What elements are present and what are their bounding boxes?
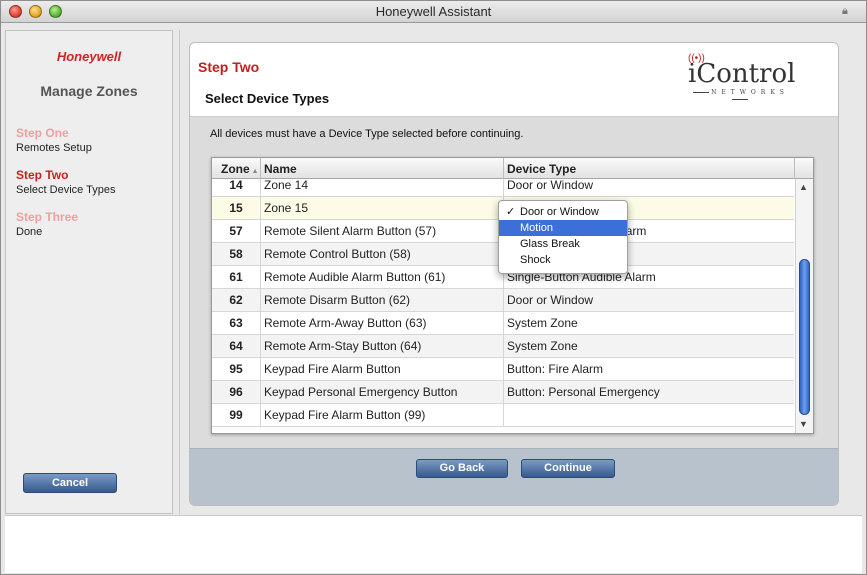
table-row[interactable]: 96 Keypad Personal Emergency Button Button… xyxy=(212,381,794,404)
table-row[interactable]: 62 Remote Disarm Button (62) Door or Windo… xyxy=(212,289,794,312)
table-row[interactable]: 63 Remote Arm-Away Button (63) System Zone xyxy=(212,312,794,335)
zone-cell: 58 xyxy=(229,247,243,261)
scroll-down-icon[interactable]: ▼ xyxy=(799,419,808,429)
device-type-cell[interactable]: Button: Fire Alarm xyxy=(507,362,792,376)
step-one-title: Step One xyxy=(16,126,69,140)
table-row[interactable]: 14 Zone 14 Door or Window xyxy=(212,179,794,197)
name-cell: Zone 14 xyxy=(264,179,309,192)
wizard-sidebar: Honeywell Manage Zones Step One Remotes … xyxy=(5,30,173,514)
column-header-name[interactable]: Name xyxy=(264,162,297,176)
zone-cell: 64 xyxy=(229,339,243,353)
zone-cell: 63 xyxy=(229,316,243,330)
page-title: Select Device Types xyxy=(205,91,330,106)
icontrol-logo-subtext: NETWORKS xyxy=(684,89,796,103)
vertical-scrollbar[interactable]: ▲ ▼ xyxy=(795,179,813,433)
name-cell: Keypad Fire Alarm Button (99) xyxy=(264,408,426,422)
instruction-text: All devices must have a Device Type sele… xyxy=(210,128,524,140)
icontrol-logo-text: iControl xyxy=(688,59,796,89)
name-cell: Remote Arm-Stay Button (64) xyxy=(264,339,422,353)
dropdown-option-motion[interactable]: Motion xyxy=(499,220,627,236)
app-window: Honeywell Assistant 🔒︎ Honeywell Manage … xyxy=(0,0,867,575)
name-cell: Keypad Fire Alarm Button xyxy=(264,362,401,376)
go-back-button[interactable]: Go Back xyxy=(416,459,508,478)
lock-icon: 🔒︎ xyxy=(842,5,848,17)
step-one-subtitle: Remotes Setup xyxy=(16,142,92,154)
zone-cell: 96 xyxy=(229,385,243,399)
table-row[interactable]: 95 Keypad Fire Alarm Button Button: Fire A… xyxy=(212,358,794,381)
name-cell: Keypad Personal Emergency Button xyxy=(264,385,458,399)
zone-cell: 15 xyxy=(229,201,243,215)
device-table: Zone ▲ Name Device Type 14 Zone 14 Door or … xyxy=(211,157,814,434)
name-cell: Remote Arm-Away Button (63) xyxy=(264,316,427,330)
sidebar-divider xyxy=(179,30,180,514)
step-label: Step Two xyxy=(198,59,260,75)
device-type-cell[interactable]: Door or Window xyxy=(507,179,792,192)
zone-cell: 61 xyxy=(229,270,243,284)
step-three-title: Step Three xyxy=(16,210,79,224)
bottom-blank-area xyxy=(5,515,862,573)
step-two-title: Step Two xyxy=(16,168,69,182)
table-row[interactable]: 99 Keypad Fire Alarm Button (99) xyxy=(212,404,794,427)
table-row[interactable]: 64 Remote Arm-Stay Button (64) System Zone xyxy=(212,335,794,358)
step-three-item: Step Three Done xyxy=(16,210,78,238)
continue-button[interactable]: Continue xyxy=(521,459,615,478)
column-header-device-type[interactable]: Device Type xyxy=(507,162,576,176)
checkmark-icon: ✓ xyxy=(506,206,516,218)
name-cell: Remote Audible Alarm Button (61) xyxy=(264,270,446,284)
zone-cell: 95 xyxy=(229,362,243,376)
dropdown-option-shock[interactable]: Shock xyxy=(499,252,627,268)
wizard-footer: Go Back Continue xyxy=(190,448,838,505)
device-type-cell[interactable]: Door or Window xyxy=(507,293,792,307)
step-two-subtitle: Select Device Types xyxy=(16,184,116,196)
zone-cell: 62 xyxy=(229,293,243,307)
scrollbar-thumb[interactable] xyxy=(799,259,810,415)
column-header-zone[interactable]: Zone ▲ xyxy=(221,162,259,176)
title-bar: Honeywell Assistant 🔒︎ xyxy=(1,1,866,23)
table-header: Zone ▲ Name Device Type xyxy=(212,158,813,179)
sidebar-title: Manage Zones xyxy=(40,83,138,99)
icontrol-logo: ((•)) iControl NETWORKS xyxy=(684,53,796,99)
main-header: Step Two Select Device Types ((•)) iCont… xyxy=(190,43,838,117)
honeywell-logo: Honeywell xyxy=(56,49,122,64)
cancel-button[interactable]: Cancel xyxy=(23,473,117,493)
device-type-dropdown-menu[interactable]: ✓ Door or Window Motion Glass Break Shoc… xyxy=(498,200,628,274)
name-cell: Remote Disarm Button (62) xyxy=(264,293,411,307)
dropdown-option-glass-break[interactable]: Glass Break xyxy=(499,236,627,252)
device-type-cell[interactable]: System Zone xyxy=(507,316,792,330)
step-one-item: Step One Remotes Setup xyxy=(16,126,92,154)
sort-ascending-icon: ▲ xyxy=(251,168,259,175)
name-cell: Remote Control Button (58) xyxy=(264,247,411,261)
dropdown-option-door-or-window[interactable]: ✓ Door or Window xyxy=(499,204,627,220)
device-type-cell[interactable]: System Zone xyxy=(507,339,792,353)
device-type-cell[interactable]: Button: Personal Emergency xyxy=(507,385,792,399)
step-two-item: Step Two Select Device Types xyxy=(16,168,115,196)
main-panel: Step Two Select Device Types ((•)) iCont… xyxy=(189,42,839,506)
scroll-up-icon[interactable]: ▲ xyxy=(799,182,808,192)
step-three-subtitle: Done xyxy=(16,226,43,238)
name-cell: Zone 15 xyxy=(264,201,309,215)
zone-cell: 99 xyxy=(229,408,243,422)
zone-cell: 14 xyxy=(229,179,243,192)
name-cell: Remote Silent Alarm Button (57) xyxy=(264,224,437,238)
zone-cell: 57 xyxy=(229,224,243,238)
window-title: Honeywell Assistant xyxy=(375,4,492,19)
